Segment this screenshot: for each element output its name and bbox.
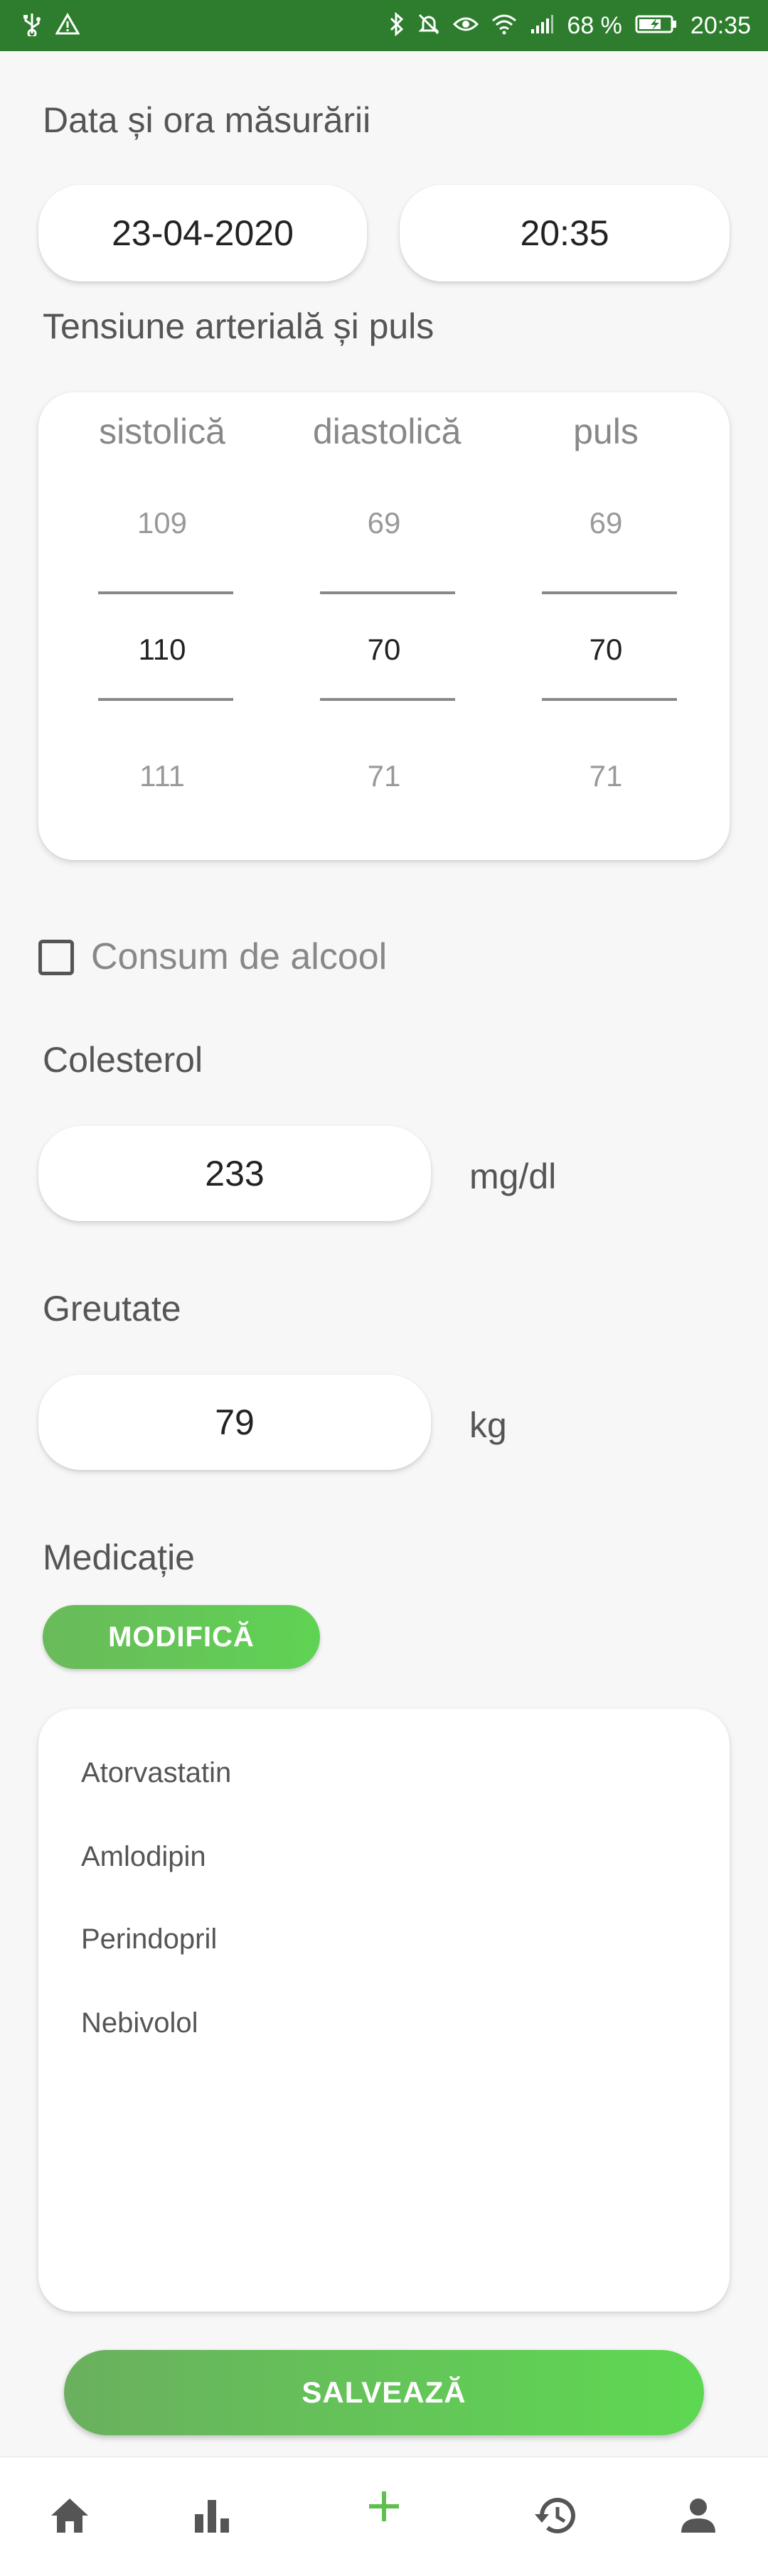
history-icon — [533, 2494, 579, 2540]
pulse-picker[interactable]: puls 69 70 71 — [535, 392, 677, 860]
status-bar: 68 % 20:35 — [0, 0, 768, 51]
date-field[interactable]: 23-04-2020 — [38, 185, 367, 281]
medication-label: Medicație — [43, 1537, 195, 1577]
chart-icon — [192, 2496, 232, 2539]
diastolic-prev-value[interactable]: 69 — [313, 506, 455, 540]
blood-pressure-card: sistolică 109 110 111 diastolică 69 70 7… — [38, 392, 730, 860]
warning-icon — [55, 12, 80, 39]
battery-percent: 68 % — [567, 11, 622, 39]
mute-icon — [417, 13, 440, 39]
systolic-picker[interactable]: sistolică 109 110 111 — [91, 392, 233, 860]
cholesterol-input[interactable]: 233 — [38, 1126, 431, 1221]
profile-icon — [678, 2496, 718, 2539]
systolic-header: sistolică — [99, 412, 225, 451]
alcohol-label[interactable]: Consum de alcool — [91, 935, 387, 978]
nav-add[interactable] — [334, 2457, 434, 2576]
signal-icon — [530, 14, 554, 38]
eye-icon — [453, 14, 479, 37]
bottom-navigation — [0, 2457, 768, 2576]
weight-unit: kg — [469, 1405, 507, 1445]
picker-divider — [320, 591, 455, 594]
modify-medication-button[interactable]: MODIFICĂ — [43, 1605, 320, 1669]
medication-item: Perindopril — [81, 1923, 218, 1955]
nav-history[interactable] — [506, 2457, 606, 2576]
status-time: 20:35 — [690, 11, 751, 39]
systolic-selected-value[interactable]: 110 — [91, 633, 233, 667]
wifi-icon — [491, 14, 517, 38]
systolic-prev-value[interactable]: 109 — [91, 506, 233, 540]
medication-item: Amlodipin — [81, 1841, 206, 1872]
time-field[interactable]: 20:35 — [400, 185, 730, 281]
picker-divider — [320, 698, 455, 701]
alcohol-checkbox[interactable] — [38, 940, 74, 975]
save-button[interactable]: SALVEAZĂ — [64, 2350, 704, 2435]
weight-input[interactable]: 79 — [38, 1375, 431, 1470]
medication-item: Nebivolol — [81, 2007, 198, 2039]
add-icon — [366, 2489, 402, 2528]
home-icon — [48, 2496, 91, 2539]
diastolic-header: diastolică — [313, 412, 462, 451]
pulse-header: puls — [573, 412, 639, 451]
weight-label: Greutate — [43, 1289, 181, 1329]
medication-item: Atorvastatin — [81, 1757, 232, 1788]
picker-divider — [542, 591, 677, 594]
battery-icon — [635, 14, 678, 38]
cholesterol-label: Colesterol — [43, 1040, 203, 1080]
nav-statistics[interactable] — [162, 2457, 262, 2576]
systolic-next-value[interactable]: 111 — [91, 759, 233, 793]
diastolic-next-value[interactable]: 71 — [313, 759, 455, 793]
pulse-selected-value[interactable]: 70 — [535, 633, 677, 667]
pulse-prev-value[interactable]: 69 — [535, 506, 677, 540]
pulse-next-value[interactable]: 71 — [535, 759, 677, 793]
datetime-label: Data și ora măsurării — [43, 100, 371, 140]
usb-icon — [21, 12, 43, 40]
cholesterol-unit: mg/dl — [469, 1156, 557, 1196]
nav-home[interactable] — [20, 2457, 119, 2576]
diastolic-selected-value[interactable]: 70 — [313, 633, 455, 667]
bluetooth-icon — [389, 11, 405, 40]
picker-divider — [98, 698, 233, 701]
picker-divider — [98, 591, 233, 594]
nav-profile[interactable] — [649, 2457, 748, 2576]
diastolic-picker[interactable]: diastolică 69 70 71 — [313, 392, 462, 860]
blood-pressure-label: Tensiune arterială și puls — [43, 306, 434, 346]
picker-divider — [542, 698, 677, 701]
